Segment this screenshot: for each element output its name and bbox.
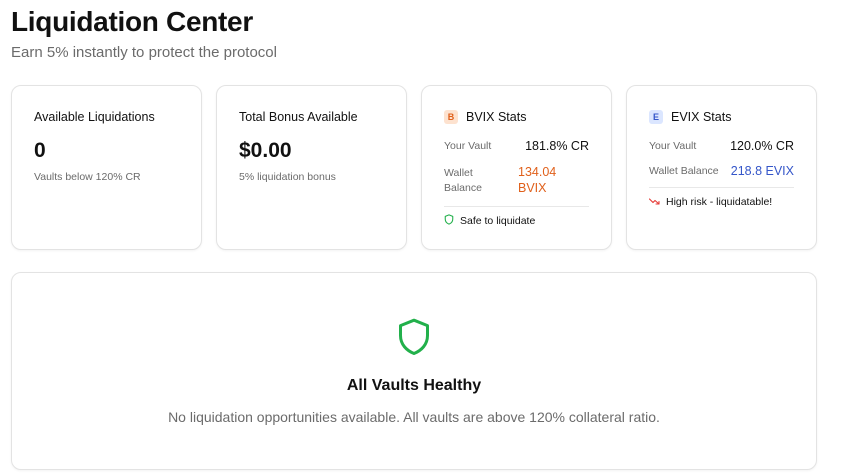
- bvix-wallet-value: 134.04 BVIX: [518, 164, 556, 196]
- empty-state-title: All Vaults Healthy: [346, 377, 482, 394]
- bvix-wallet-label-line1: Wallet: [444, 167, 473, 179]
- bvix-status-text: Safe to liquidate: [460, 215, 536, 227]
- evix-stats-card: E EVIX Stats Your Vault 120.0% CR Wallet…: [626, 85, 817, 250]
- evix-wallet-value: 218.8 EVIX: [730, 164, 794, 178]
- bvix-stats-title: BVIX Stats: [466, 110, 527, 124]
- evix-vault-value: 120.0% CR: [730, 139, 794, 153]
- evix-status: High risk - liquidatable!: [648, 196, 773, 208]
- bvix-vault-label: Your Vault: [444, 140, 492, 152]
- page-subtitle: Earn 5% instantly to protect the protoco…: [11, 44, 277, 61]
- bvix-wallet-value-line2: BVIX: [518, 181, 547, 195]
- card-note: 5% liquidation bonus: [239, 171, 336, 183]
- trending-down-icon: [648, 196, 660, 208]
- evix-stats-title: EVIX Stats: [671, 110, 732, 124]
- evix-stats-header: E EVIX Stats: [649, 110, 731, 124]
- card-note: Vaults below 120% CR: [34, 171, 141, 183]
- bvix-stats-card: B BVIX Stats Your Vault 181.8% CR Wallet…: [421, 85, 612, 250]
- bvix-wallet-value-line1: 134.04: [518, 165, 557, 179]
- available-liquidations-card: Available Liquidations 0 Vaults below 12…: [11, 85, 202, 250]
- evix-vault-label: Your Vault: [649, 140, 697, 152]
- divider: [444, 206, 589, 207]
- total-bonus-value: $0.00: [239, 139, 292, 162]
- bvix-wallet-label-line2: Balance: [444, 182, 482, 194]
- card-label: Available Liquidations: [34, 110, 155, 124]
- evix-wallet-label: Wallet Balance: [649, 165, 719, 177]
- bvix-stats-header: B BVIX Stats: [444, 110, 526, 124]
- available-liquidations-value: 0: [34, 139, 46, 162]
- bvix-status: Safe to liquidate: [444, 214, 535, 228]
- card-label: Total Bonus Available: [239, 110, 358, 124]
- bvix-badge: B: [444, 110, 458, 124]
- evix-badge: E: [649, 110, 663, 124]
- total-bonus-card: Total Bonus Available $0.00 5% liquidati…: [216, 85, 407, 250]
- shield-icon: [396, 317, 432, 362]
- vaults-healthy-panel: All Vaults Healthy No liquidation opport…: [11, 272, 817, 470]
- shield-icon: [444, 214, 454, 228]
- bvix-vault-value: 181.8% CR: [525, 139, 589, 153]
- evix-status-text: High risk - liquidatable!: [666, 196, 773, 208]
- divider: [649, 187, 794, 188]
- bvix-wallet-label: Wallet Balance: [444, 166, 482, 196]
- page-title: Liquidation Center: [11, 6, 253, 37]
- empty-state-description: No liquidation opportunities available. …: [168, 409, 660, 425]
